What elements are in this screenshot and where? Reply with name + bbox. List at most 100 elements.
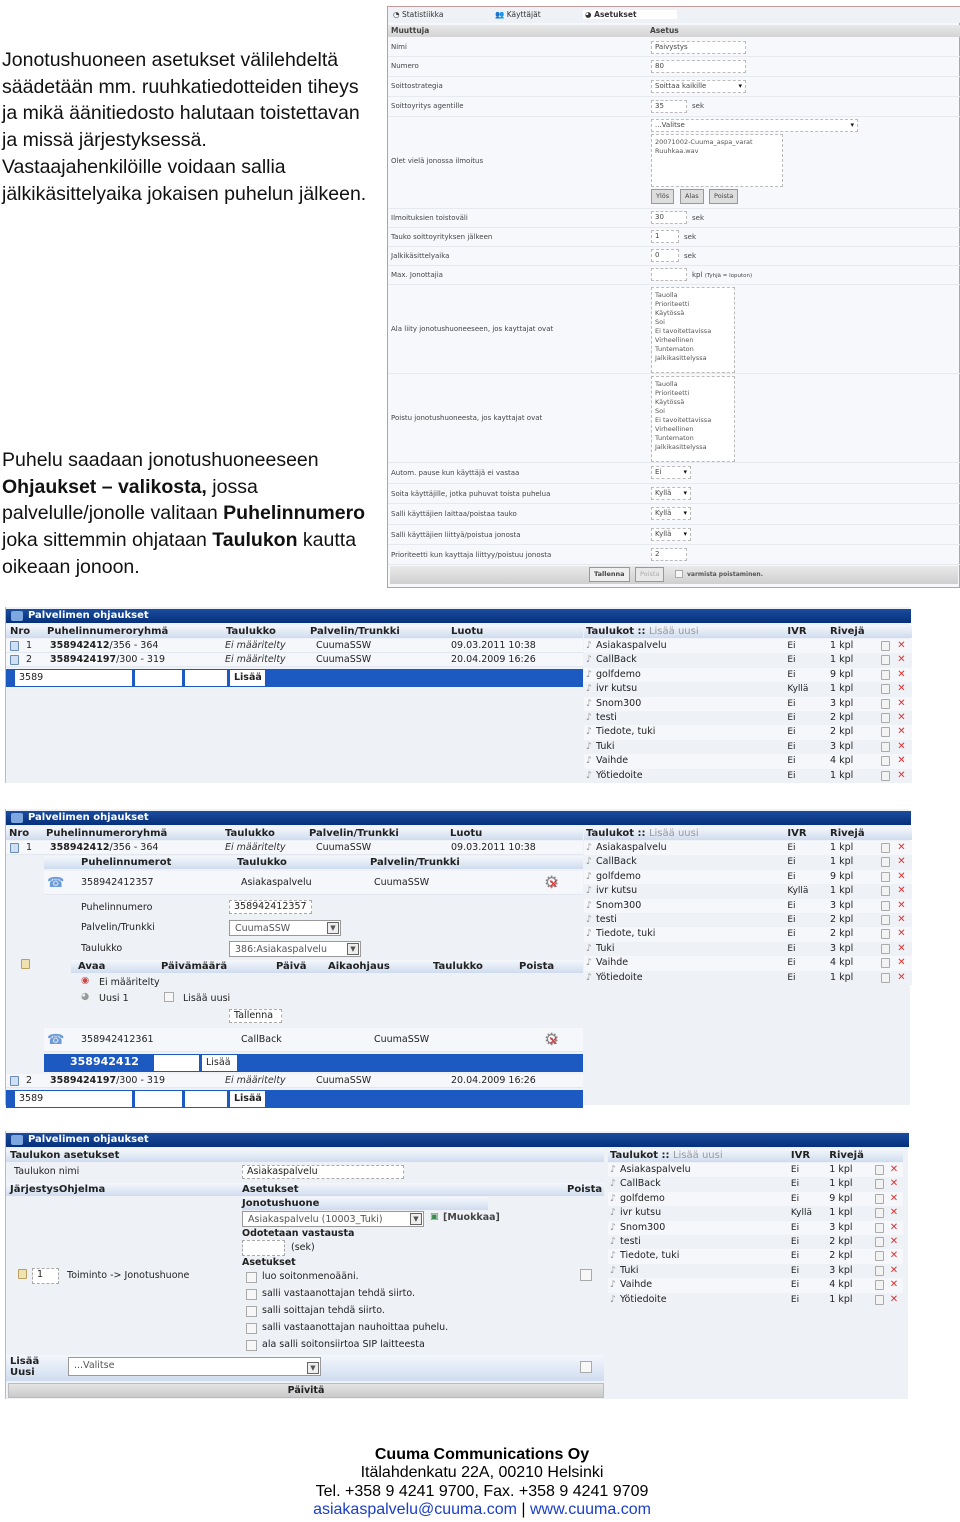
add-rule-checkbox[interactable]: [580, 1361, 592, 1373]
repeat-interval-input[interactable]: 30: [651, 211, 687, 224]
list-option[interactable]: Tuntematon: [655, 434, 731, 443]
table-list-item[interactable]: ♪ Tiedote, tuki Ei 2 kpl ✕: [584, 725, 912, 740]
table-list-item[interactable]: ♪ Yötiedoite Ei 1 kpl ✕: [584, 768, 912, 783]
table-list-item[interactable]: ♪ Snom300 Ei 3 kpl ✕: [584, 696, 912, 711]
delete-icon[interactable]: ✕: [897, 639, 905, 653]
web-link[interactable]: www.cuuma.com: [530, 1501, 651, 1518]
name-input[interactable]: Paivystys: [651, 41, 746, 54]
delete-icon[interactable]: ✕: [897, 956, 905, 970]
list-option[interactable]: Tuntematon: [655, 345, 731, 354]
queue-select[interactable]: Asiakaspalvelu (10003_Tuki) ▼: [242, 1211, 424, 1227]
copy-icon[interactable]: [874, 1179, 884, 1190]
copy-icon[interactable]: [874, 1294, 884, 1305]
list-option[interactable]: Prioriteetti: [655, 300, 731, 309]
delete-icon[interactable]: ✕: [890, 1235, 898, 1249]
copy-icon[interactable]: [880, 843, 890, 853]
delete-icon[interactable]: ✕: [897, 927, 905, 941]
status-listbox-leave[interactable]: Tauolla Prioriteetti Käytössä Soi Ei tavoite…: [651, 376, 735, 462]
collapse-icon[interactable]: [10, 655, 19, 665]
delete-icon[interactable]: ✕: [897, 899, 905, 913]
order-input[interactable]: 1: [32, 1268, 59, 1284]
auto-pause-select[interactable]: Ei: [651, 466, 691, 479]
table-list-item[interactable]: ♪ Tuki Ei 3 kpl ✕: [608, 1263, 903, 1279]
allow-join-select[interactable]: Kyllä: [651, 528, 691, 541]
copy-icon[interactable]: [880, 727, 890, 738]
agent-ring-input[interactable]: 35: [651, 100, 687, 113]
copy-icon[interactable]: [880, 741, 890, 752]
option-checkbox[interactable]: [246, 1340, 257, 1351]
table-name-input[interactable]: Asiakaspalvelu: [242, 1165, 404, 1179]
collapse-icon[interactable]: [10, 641, 19, 651]
number-row[interactable]: ☎ 358942412357 Asiakaspalvelu CuumaSSW ⚙…: [44, 871, 583, 895]
copy-icon[interactable]: [880, 915, 890, 925]
table-name[interactable]: ivr kutsu: [620, 1206, 661, 1220]
strategy-select[interactable]: Soittaa kaikille: [651, 80, 746, 93]
copy-icon[interactable]: [874, 1193, 884, 1204]
delete-icon[interactable]: ✕: [897, 697, 905, 711]
table-name[interactable]: ivr kutsu: [596, 682, 637, 696]
delete-icon[interactable]: ✕: [897, 841, 905, 855]
table-list-item[interactable]: ♪ ivr kutsu Kyllä 1 kpl ✕: [584, 884, 912, 899]
max-callers-input[interactable]: [651, 268, 687, 281]
tab-users[interactable]: 👥 Käyttäjät: [495, 10, 541, 19]
table-list-item[interactable]: ♪ Asiakaspalvelu Ei 1 kpl ✕: [584, 639, 912, 654]
table-name[interactable]: Asiakaspalvelu: [620, 1163, 691, 1177]
table-name[interactable]: Yötiedoite: [596, 971, 643, 985]
delete-icon[interactable]: ✕: [890, 1278, 898, 1292]
server-select[interactable]: CuumaSSW ▼: [229, 920, 341, 936]
allow-pause-select[interactable]: Kyllä: [651, 507, 691, 520]
group-row[interactable]: 2 3589424197/300 - 319 Ei määritelty CuumaS…: [6, 1074, 583, 1088]
delete-icon[interactable]: ✕: [897, 769, 905, 783]
table-list-item[interactable]: ♪ ivr kutsu Kyllä 1 kpl ✕: [608, 1206, 903, 1221]
range-end-input[interactable]: [182, 670, 227, 686]
delete-icon[interactable]: ✕: [890, 1264, 898, 1278]
table-name[interactable]: Snom300: [596, 697, 641, 711]
list-option[interactable]: Prioriteetti: [655, 389, 731, 398]
table-name[interactable]: Tiedote, tuki: [620, 1249, 679, 1263]
delete-icon[interactable]: ✕: [897, 740, 905, 754]
collapse-icon[interactable]: [10, 843, 19, 853]
delete-rule-checkbox[interactable]: [580, 1269, 592, 1281]
list-option[interactable]: Tauolla: [655, 380, 731, 389]
email-link[interactable]: asiakaspalvelu@cuuma.com: [313, 1501, 517, 1518]
save-button[interactable]: Tallenna: [229, 1009, 282, 1023]
priority-input[interactable]: 2: [651, 548, 687, 561]
table-list-item[interactable]: ♪ Vaihde Ei 4 kpl ✕: [584, 754, 912, 769]
delete-icon[interactable]: ✕: [897, 942, 905, 956]
option-checkbox[interactable]: [246, 1323, 257, 1334]
prefix-input[interactable]: 3589: [12, 670, 132, 686]
copy-icon[interactable]: [880, 655, 890, 666]
delete-icon[interactable]: ✕: [890, 1293, 898, 1307]
suffix-input[interactable]: [154, 1055, 199, 1071]
table-name[interactable]: CallBack: [596, 653, 637, 667]
copy-icon[interactable]: [880, 684, 890, 695]
table-list-item[interactable]: ♪ golfdemo Ei 9 kpl ✕: [584, 667, 912, 683]
list-option[interactable]: Tauolla: [655, 291, 731, 300]
copy-icon[interactable]: [880, 958, 890, 969]
list-option[interactable]: Ei tavoitettavissa: [655, 327, 731, 336]
list-option[interactable]: Jalkikasittelyssa: [655, 443, 731, 452]
delete-icon[interactable]: ✕: [890, 1206, 898, 1220]
delete-icon[interactable]: ✕: [897, 870, 905, 884]
list-option[interactable]: Ei tavoitettavissa: [655, 416, 731, 425]
group-row[interactable]: 1 358942412/356 - 364 Ei määritelty CuumaSS…: [6, 841, 583, 855]
table-list-item[interactable]: ♪ Tiedote, tuki Ei 2 kpl ✕: [608, 1249, 903, 1264]
edit-queue-link[interactable]: [Muokkaa]: [443, 1212, 500, 1223]
table-name[interactable]: testi: [596, 913, 617, 927]
copy-icon[interactable]: [880, 871, 890, 882]
table-list-item[interactable]: ♪ CallBack Ei 1 kpl ✕: [584, 653, 912, 668]
delete-icon[interactable]: ✕: [890, 1177, 898, 1191]
list-option[interactable]: Käytössä: [655, 398, 731, 407]
tab-statistics[interactable]: ◔ Statistiikka: [393, 10, 443, 19]
copy-icon[interactable]: [874, 1265, 884, 1276]
list-option[interactable]: Virheellinen: [655, 425, 731, 434]
list-option[interactable]: Soi: [655, 318, 731, 327]
table-list-item[interactable]: ♪ Snom300 Ei 3 kpl ✕: [584, 898, 912, 913]
table-name[interactable]: Yötiedoite: [620, 1293, 667, 1307]
table-list-item[interactable]: ♪ testi Ei 2 kpl ✕: [584, 711, 912, 726]
table-name[interactable]: testi: [596, 711, 617, 725]
table-list-item[interactable]: ♪ Tuki Ei 3 kpl ✕: [584, 739, 912, 755]
table-list-item[interactable]: ♪ Vaihde Ei 4 kpl ✕: [608, 1278, 903, 1293]
save-button[interactable]: Tallenna: [589, 567, 630, 582]
table-list-item[interactable]: ♪ Asiakaspalvelu Ei 1 kpl ✕: [608, 1163, 903, 1178]
